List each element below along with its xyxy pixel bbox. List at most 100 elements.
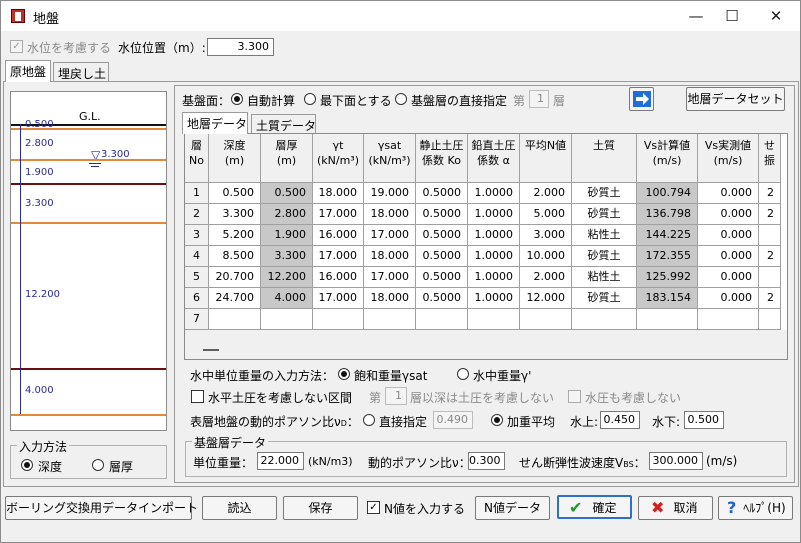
table-cell[interactable]: 18.000 [364,204,416,225]
minimize-button[interactable]: — [681,5,711,27]
table-cell[interactable]: 砂質土 [572,288,637,309]
table-cell[interactable]: 0.000 [698,246,759,267]
table-cell[interactable] [759,225,781,246]
table-cell[interactable]: 16.000 [313,225,364,246]
table-cell[interactable] [637,309,698,330]
table-cell[interactable] [209,309,261,330]
table-cell[interactable]: 17.000 [364,225,416,246]
row-header[interactable]: 6 [185,288,209,309]
tab-backfill[interactable]: 埋戻し土 [53,62,109,82]
radio-depth[interactable] [21,459,33,471]
table-cell[interactable]: 砂質土 [572,246,637,267]
table-cell[interactable]: 0.500 [209,183,261,204]
table-cell[interactable] [416,309,468,330]
table-cell[interactable]: 0.5000 [416,288,468,309]
table-cell[interactable]: 1.0000 [468,204,520,225]
table-cell[interactable]: 12.200 [261,267,313,288]
table-cell[interactable]: 183.154 [637,288,698,309]
table-cell[interactable]: 0.000 [698,204,759,225]
table-cell[interactable]: 2 [759,288,781,309]
radio-direct[interactable] [395,93,407,105]
table-cell[interactable]: 0.5000 [416,246,468,267]
table-cell[interactable]: 18.000 [364,288,416,309]
radio-auto-calc[interactable] [231,93,243,105]
table-cell[interactable]: 砂質土 [572,204,637,225]
row-header[interactable]: 3 [185,225,209,246]
table-cell[interactable]: 16.000 [313,267,364,288]
table-cell[interactable]: 2.800 [261,204,313,225]
table-cell[interactable]: 100.794 [637,183,698,204]
table-cell[interactable]: 172.355 [637,246,698,267]
no-horizontal-pressure-checkbox[interactable] [191,390,204,403]
table-cell[interactable] [313,309,364,330]
load-button[interactable]: 読込 [202,496,277,520]
water-pressure-checkbox[interactable] [568,390,581,403]
table-cell[interactable]: 3.300 [261,246,313,267]
table-cell[interactable]: 0.5000 [416,267,468,288]
water-consider-checkbox[interactable]: ✓ [10,40,23,53]
base-poisson-input[interactable]: 0.300 [468,452,505,470]
table-cell[interactable]: 1.900 [261,225,313,246]
table-cell[interactable]: 砂質土 [572,183,637,204]
row-header[interactable]: 2 [185,204,209,225]
table-cell[interactable] [698,309,759,330]
table-cell[interactable]: 17.000 [313,204,364,225]
cancel-button[interactable]: ✖ 取消 [638,496,713,520]
table-cell[interactable] [759,309,781,330]
maximize-button[interactable]: ☐ [717,5,747,27]
table-cell[interactable]: 0.5000 [416,183,468,204]
table-cell[interactable] [364,309,416,330]
table-cell[interactable]: 20.700 [209,267,261,288]
table-cell[interactable]: 1.0000 [468,246,520,267]
table-cell[interactable]: 2.000 [520,183,572,204]
radio-bottom[interactable] [304,93,316,105]
tab-soil-data[interactable]: 土質データ [251,114,316,134]
close-button[interactable]: ✕ [761,5,791,27]
table-cell[interactable]: 0.500 [261,183,313,204]
n-data-button[interactable]: N値データ [475,496,550,520]
table-cell[interactable]: 17.000 [313,288,364,309]
table-cell[interactable]: 125.992 [637,267,698,288]
save-button[interactable]: 保存 [283,496,358,520]
table-cell[interactable]: 粘性土 [572,225,637,246]
table-cell[interactable]: 2.000 [520,267,572,288]
table-cell[interactable]: 0.5000 [416,225,468,246]
row-header[interactable]: 5 [185,267,209,288]
table-cell[interactable]: 3.300 [209,204,261,225]
table-cell[interactable] [572,309,637,330]
radio-submerged[interactable] [457,368,469,380]
tab-layer-data[interactable]: 地層データ [182,112,248,134]
table-cell[interactable] [520,309,572,330]
shear-wave-input[interactable]: 300.000 [649,452,703,470]
table-cell[interactable]: 17.000 [364,267,416,288]
table-cell[interactable]: 144.225 [637,225,698,246]
import-button[interactable]: ボーリング交換用データインポート [5,496,198,520]
table-cell[interactable] [468,309,520,330]
row-header[interactable]: 4 [185,246,209,267]
radio-saturated[interactable] [338,368,350,380]
table-cell[interactable]: 5.200 [209,225,261,246]
table-cell[interactable]: 136.798 [637,204,698,225]
table-cell[interactable]: 1.0000 [468,183,520,204]
poisson-direct-input[interactable]: 0.490 [433,411,473,429]
table-cell[interactable]: 18.000 [364,246,416,267]
table-cell[interactable]: 2 [759,204,781,225]
tab-original-ground[interactable]: 原地盤 [5,60,51,82]
table-cell[interactable]: 0.000 [698,225,759,246]
table-cell[interactable]: 24.700 [209,288,261,309]
table-cell[interactable]: 8.500 [209,246,261,267]
table-cell[interactable]: 3.000 [520,225,572,246]
table-cell[interactable]: 0.000 [698,288,759,309]
scrollbar-thumb[interactable] [203,349,219,351]
table-cell[interactable]: 0.5000 [416,204,468,225]
arrow-right-button[interactable] [629,87,654,111]
table-cell[interactable]: 粘性土 [572,267,637,288]
table-cell[interactable]: 1.0000 [468,225,520,246]
radio-direct-poisson[interactable] [363,414,375,426]
table-cell[interactable]: 0.000 [698,267,759,288]
table-cell[interactable]: 5.000 [520,204,572,225]
table-cell[interactable]: 19.000 [364,183,416,204]
table-cell[interactable]: 18.000 [313,183,364,204]
table-cell[interactable]: 17.000 [313,246,364,267]
horizontal-scrollbar[interactable] [185,341,787,359]
